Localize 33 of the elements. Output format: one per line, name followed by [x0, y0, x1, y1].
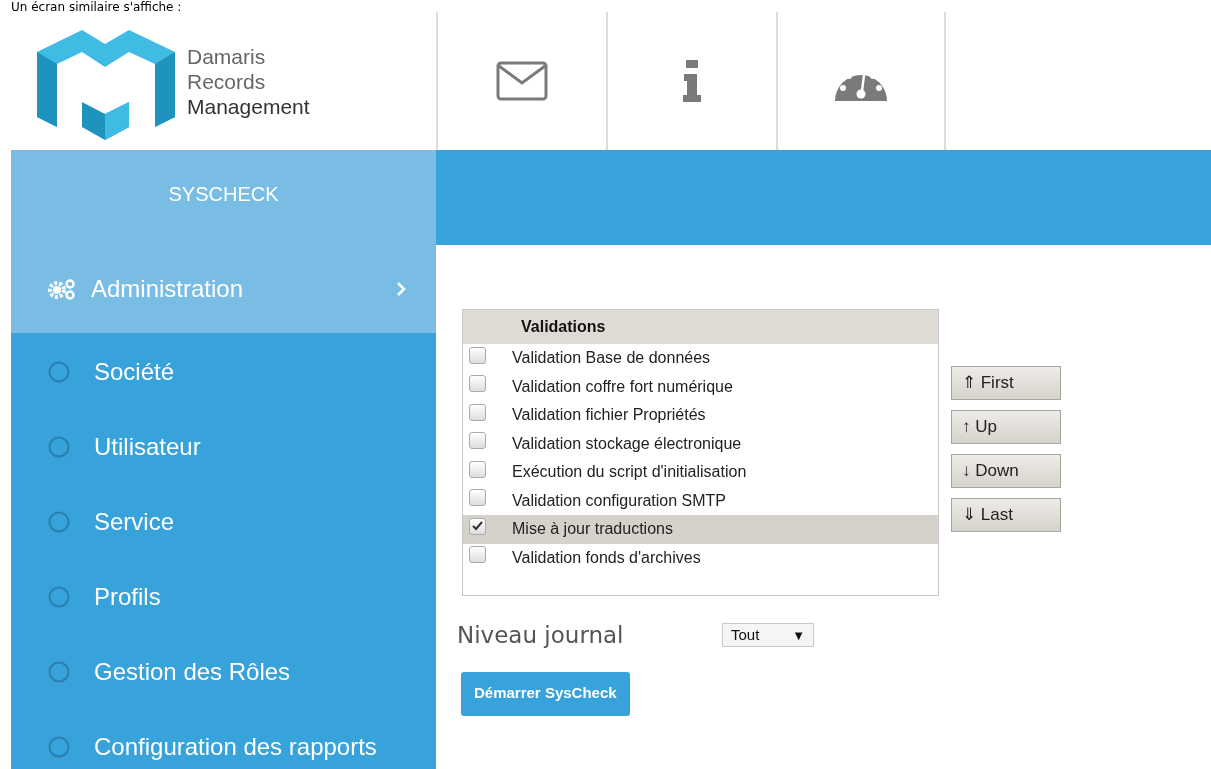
circle-icon: [48, 660, 70, 683]
move-button[interactable]: ⇓ Last: [951, 498, 1061, 532]
checkbox[interactable]: [469, 346, 486, 364]
circle-icon: [48, 735, 70, 758]
circle-icon: [48, 510, 70, 533]
sidebar-title: SYSCHECK: [168, 181, 279, 207]
checkbox[interactable]: [469, 375, 486, 393]
logo-text: Management: [187, 93, 310, 119]
info-icon: [683, 60, 701, 102]
move-button[interactable]: ↑ Up: [951, 410, 1061, 444]
move-button[interactable]: ↓ Down: [951, 454, 1061, 488]
circle-icon: [48, 585, 70, 608]
validation-row[interactable]: Mise à jour traductions: [463, 515, 938, 544]
checkmark-icon: [472, 521, 483, 532]
chevron-icon: [396, 281, 406, 297]
column-header: Validations: [463, 310, 938, 344]
circle-icon: [48, 360, 70, 383]
caption-text: Un écran similaire s'affiche :: [11, 0, 182, 14]
gears-icon: [48, 278, 76, 300]
log-level-label: Niveau journal: [457, 621, 625, 650]
logo-text: Records: [187, 68, 267, 94]
checkbox[interactable]: [469, 432, 486, 450]
circle-icon: [48, 435, 70, 458]
checkbox[interactable]: [469, 403, 486, 421]
mail-icon: [496, 61, 548, 101]
move-button[interactable]: ⇑ First: [951, 366, 1061, 400]
checkbox[interactable]: [469, 489, 486, 507]
log-level-dropdown[interactable]: Tout ▼: [722, 623, 814, 648]
checkbox[interactable]: [469, 546, 486, 564]
checkbox[interactable]: [469, 460, 486, 478]
logo-text: Damaris: [187, 43, 267, 69]
checkbox[interactable]: [469, 517, 486, 535]
dashboard-icon: [835, 75, 887, 101]
